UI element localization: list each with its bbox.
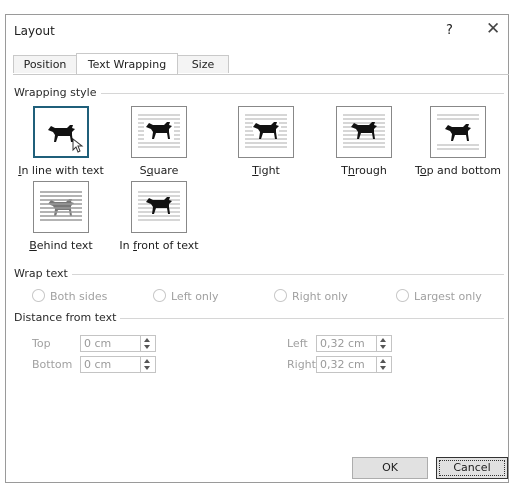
ok-button[interactable]: OK [352,457,428,479]
radio-left-only[interactable]: Left only [153,289,218,303]
spinner-down-icon[interactable] [144,366,150,370]
close-button[interactable]: ✕ [486,19,500,39]
tab-position[interactable]: Position [13,55,77,73]
wrap-option-inline[interactable]: In line with text [6,106,116,177]
square-wrap-icon [131,106,187,158]
wrap-option-in-front[interactable]: In front of text [104,181,214,252]
in-front-of-text-wrap-icon [131,181,187,233]
wrap-option-in-front-label: In front of text [119,239,199,252]
wrap-option-top-bottom[interactable]: Top and bottom [406,106,510,177]
wrap-text-divider [14,274,504,275]
spinner-arrows[interactable] [140,336,155,351]
distance-left-label: Left [287,337,308,350]
distance-right-spinner[interactable]: 0,32 cm [316,356,392,373]
radio-largest-only[interactable]: Largest only [396,289,482,303]
spinner-down-icon[interactable] [380,366,386,370]
spinner-up-icon[interactable] [380,338,386,342]
dialog-title: Layout [14,24,55,38]
wrap-option-behind-label: Behind text [29,239,93,252]
wrap-option-square[interactable]: Square [104,106,214,177]
wrap-option-top-bottom-label: Top and bottom [414,164,502,177]
wrap-option-inline-label: In line with text [18,164,104,177]
tab-strip: Position Text Wrapping Size [13,53,509,75]
spinner-arrows[interactable] [376,336,391,351]
layout-dialog: Layout ? ✕ Position Text Wrapping Size W… [5,14,509,483]
spinner-down-icon[interactable] [380,345,386,349]
wrap-option-through[interactable]: Through [309,106,419,177]
through-wrap-icon [336,106,392,158]
distance-left-spinner[interactable]: 0,32 cm [316,335,392,352]
title-bar: Layout ? ✕ [6,15,508,47]
wrap-text-heading: Wrap text [14,267,72,280]
tab-text-wrapping[interactable]: Text Wrapping [76,53,178,74]
focus-ring [439,460,505,476]
distance-right-value: 0,32 cm [320,358,365,371]
radio-right-only[interactable]: Right only [274,289,348,303]
distance-bottom-value: 0 cm [84,358,112,371]
wrap-option-behind[interactable]: Behind text [6,181,116,252]
spinner-up-icon[interactable] [144,359,150,363]
distance-bottom-spinner[interactable]: 0 cm [80,356,156,373]
spinner-up-icon[interactable] [380,359,386,363]
spinner-up-icon[interactable] [144,338,150,342]
distance-top-label: Top [32,337,51,350]
help-button[interactable]: ? [446,23,453,38]
distance-top-value: 0 cm [84,337,112,350]
radio-both-sides[interactable]: Both sides [32,289,107,303]
spinner-arrows[interactable] [140,357,155,372]
distance-heading: Distance from text [14,311,121,324]
top-bottom-wrap-icon [430,106,486,158]
distance-right-label: Right [287,358,316,371]
wrap-option-tight-label: Tight [252,164,280,177]
wrap-option-tight[interactable]: Tight [211,106,321,177]
wrap-option-square-label: Square [139,164,179,177]
wrapping-style-heading: Wrapping style [14,86,101,99]
behind-text-wrap-icon [33,181,89,233]
radio-circle [32,289,45,302]
distance-bottom-label: Bottom [32,358,73,371]
cancel-button[interactable]: Cancel [436,457,508,479]
inline-wrap-icon [33,106,89,158]
spinner-arrows[interactable] [376,357,391,372]
tight-wrap-icon [238,106,294,158]
distance-left-value: 0,32 cm [320,337,365,350]
radio-circle [396,289,409,302]
radio-circle [153,289,166,302]
spinner-down-icon[interactable] [144,345,150,349]
tab-size[interactable]: Size [177,55,229,73]
distance-top-spinner[interactable]: 0 cm [80,335,156,352]
radio-circle [274,289,287,302]
wrap-option-through-label: Through [341,164,387,177]
